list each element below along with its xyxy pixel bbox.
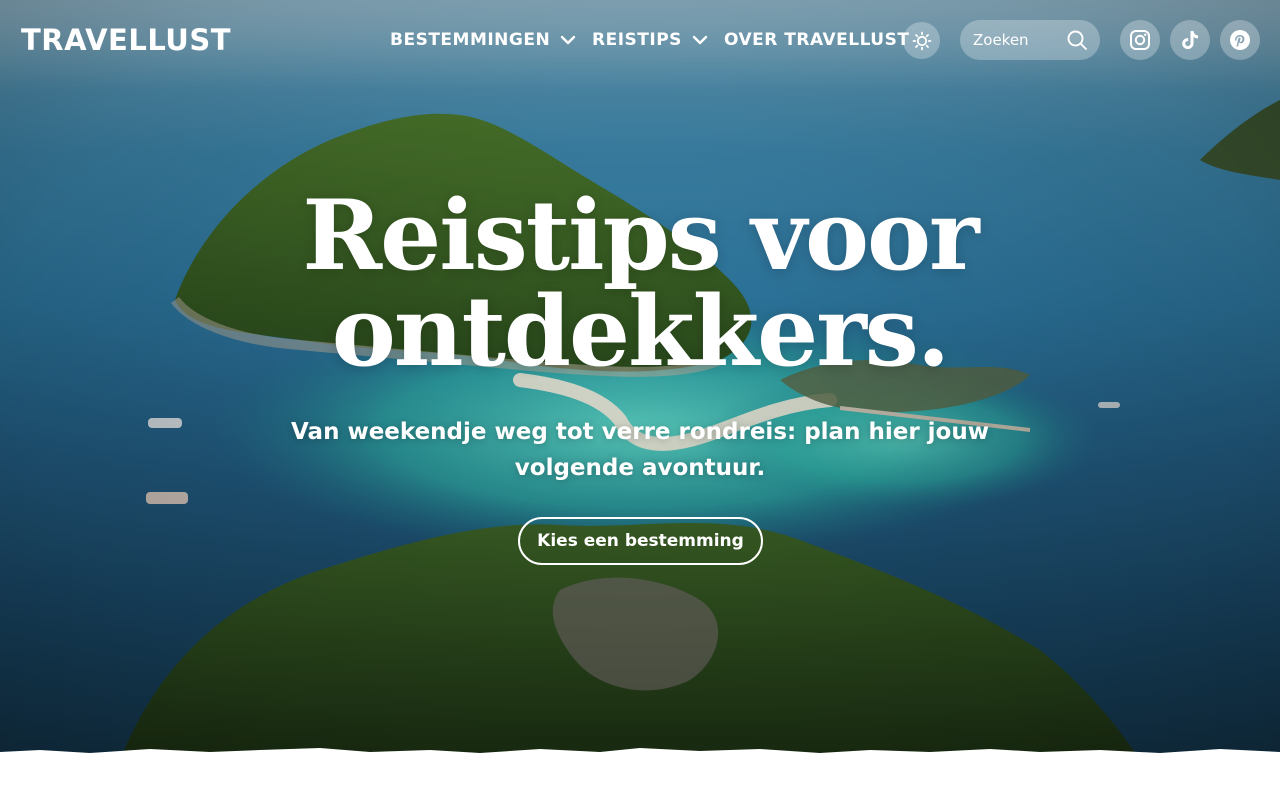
nav-item-reistips[interactable]: REISTIPS bbox=[592, 28, 708, 52]
instagram-button[interactable] bbox=[1120, 20, 1160, 60]
nav-item-over-travellust[interactable]: OVER TRAVELLUST bbox=[724, 28, 909, 52]
nav-item-label: OVER TRAVELLUST bbox=[724, 30, 910, 50]
sun-icon bbox=[912, 31, 931, 50]
pinterest-icon bbox=[1230, 30, 1250, 50]
pinterest-button[interactable] bbox=[1220, 20, 1260, 60]
hero-subtitle: Van weekendje weg tot verre rondreis: pl… bbox=[291, 419, 989, 481]
tiktok-icon bbox=[1182, 31, 1198, 49]
torn-paper-edge bbox=[0, 748, 1280, 800]
instagram-icon bbox=[1130, 30, 1150, 50]
site-logo[interactable]: TRAVELLUST bbox=[21, 22, 231, 58]
search-box bbox=[960, 20, 1100, 60]
chevron-down-icon bbox=[561, 35, 576, 45]
hero-headline: Reistips voor ontdekkers. bbox=[0, 188, 1280, 380]
nav-item-label: REISTIPS bbox=[592, 30, 682, 50]
site-header: TRAVELLUST BESTEMMINGEN REISTIPS OVER TR… bbox=[0, 0, 1280, 80]
search-icon[interactable] bbox=[1066, 29, 1088, 51]
chevron-down-icon bbox=[692, 35, 708, 45]
tiktok-button[interactable] bbox=[1170, 20, 1210, 60]
nav-item-bestemmingen[interactable]: BESTEMMINGEN bbox=[390, 28, 576, 52]
search-input[interactable] bbox=[973, 31, 1063, 49]
hero-headline-line-2: ontdekkers. bbox=[331, 275, 951, 388]
nav-item-label: BESTEMMINGEN bbox=[390, 30, 551, 50]
choose-destination-button[interactable]: Kies een bestemming bbox=[518, 517, 763, 565]
theme-toggle-button[interactable] bbox=[903, 22, 940, 59]
